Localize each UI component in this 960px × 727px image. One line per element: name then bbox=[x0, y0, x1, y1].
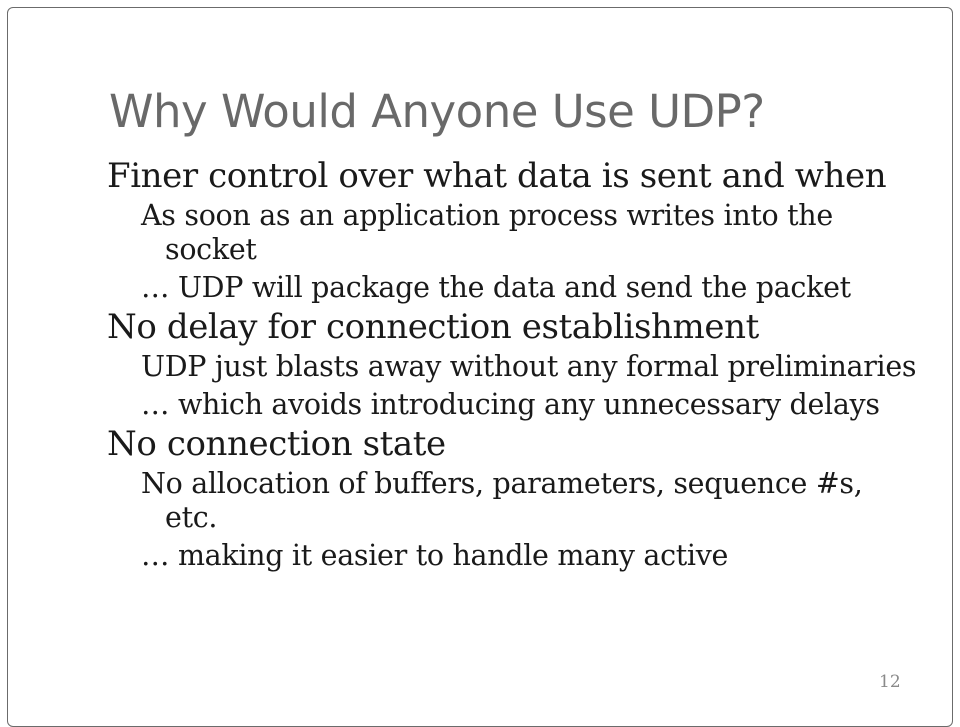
slide: Why Would Anyone Use UDP? Finer control … bbox=[7, 7, 953, 727]
bullet-item: No connection state bbox=[107, 424, 446, 464]
slide-title: Why Would Anyone Use UDP? bbox=[109, 85, 765, 138]
sub-bullet-item: … making it easier to handle many active bbox=[141, 539, 729, 572]
sub-bullet-item: UDP just blasts away without any formal … bbox=[141, 350, 917, 383]
sub-bullet-item: No allocation of buffers, parameters, se… bbox=[141, 467, 863, 534]
bullet-item: Finer control over what data is sent and… bbox=[107, 156, 887, 196]
sub-bullet-item: … UDP will package the data and send the… bbox=[141, 271, 851, 304]
bullet-item: No delay for connection establishment bbox=[107, 307, 759, 347]
sub-bullet-item: … which avoids introducing any unnecessa… bbox=[141, 388, 880, 421]
page-number: 12 bbox=[879, 672, 901, 692]
sub-bullet-item: As soon as an application process writes… bbox=[141, 199, 833, 266]
bullet-list: Finer control over what data is sent and… bbox=[107, 158, 917, 577]
